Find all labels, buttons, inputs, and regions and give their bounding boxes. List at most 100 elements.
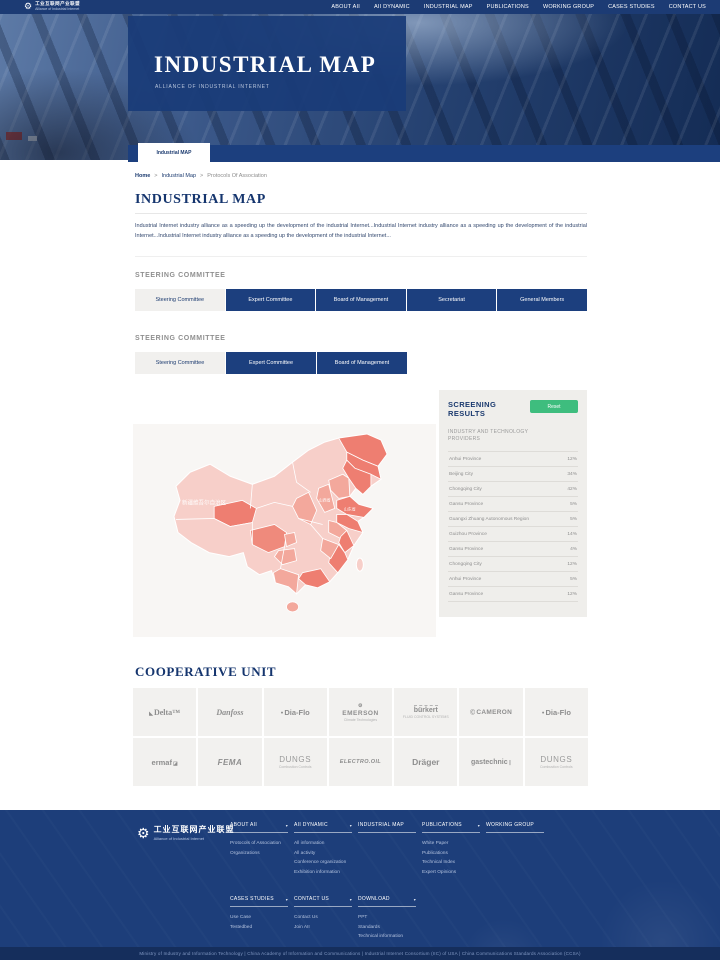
emerson-tagline: Climate Technologies (344, 718, 377, 722)
hero-photo-accent (28, 136, 37, 141)
footer-col-contact: CONTACT US▾ Contact Us Join AII (294, 896, 352, 932)
nav-item-dynamic[interactable]: AII DYNAMIC (374, 4, 410, 10)
nav-item-contact[interactable]: CONTACT US (669, 4, 706, 10)
map-province-taiwan[interactable] (356, 558, 363, 571)
tab-general-members[interactable]: General Members (497, 289, 587, 311)
partner-logo-burkert[interactable]: bürkertFLUID CONTROL SYSTEMS (394, 688, 457, 736)
region-value: 4% (570, 547, 577, 552)
partner-logo-emerson[interactable]: EMERSONClimate Technologies (329, 688, 392, 736)
footer-link[interactable]: Protocols of Association (230, 839, 288, 849)
tab-expert-committee[interactable]: Expert Committee (226, 289, 317, 311)
footer-col-title-text: AII DYNAMIC (294, 822, 328, 828)
partner-logo-gastechnic[interactable]: gastechnic (459, 738, 522, 786)
region-value: 12% (567, 562, 577, 567)
breadcrumb-separator: > (200, 173, 203, 179)
tab-steering-committee-2[interactable]: Steering Committee (135, 352, 226, 374)
footer-link[interactable]: Standards (358, 923, 416, 933)
partner-logo-drager[interactable]: Dräger (394, 738, 457, 786)
region-value: 5% (570, 517, 577, 522)
partner-logo-diaflo[interactable]: Dia-Flo (264, 688, 327, 736)
footer-link[interactable]: Testedbed (230, 923, 288, 933)
partner-logo-delta[interactable]: Delta™ (133, 688, 196, 736)
footer-col-cases-title[interactable]: CASES STUDIES▾ (230, 896, 288, 907)
dungs-logo: DUNGS (540, 755, 572, 764)
footer-logo[interactable]: ⚙ 工业互联网产业联盟 Alliance of Industrial Inter… (137, 824, 235, 841)
footer-link[interactable]: White Paper (422, 839, 480, 849)
nav-item-cases-studies[interactable]: CASES STUDIES (608, 4, 655, 10)
tab-steering-committee[interactable]: Steering Committee (135, 289, 226, 311)
partner-logo-ermaf[interactable]: ermaf (133, 738, 196, 786)
footer-link[interactable]: PPT (358, 913, 416, 923)
drager-logo: Dräger (412, 757, 439, 767)
footer-col-download-title[interactable]: DOWNLOAD▾ (358, 896, 416, 907)
nav-item-publications[interactable]: PUBLICATIONS (487, 4, 529, 10)
footer-link[interactable]: Organizations (230, 849, 288, 859)
region-name: Guizhou Province (449, 532, 487, 537)
reset-button[interactable]: Reset (530, 400, 578, 413)
footer-link[interactable]: Technical Index (422, 858, 480, 868)
page: ⚙ 工业互联网产业联盟 Alliance of Industrial Inter… (0, 0, 720, 960)
footer-link[interactable]: Use Case (230, 913, 288, 923)
top-nav-links: ABOUT AII AII DYNAMIC INDUSTRIAL MAP PUB… (331, 4, 706, 10)
divider (135, 256, 587, 257)
screening-row: Guizhou Province14% (448, 527, 578, 542)
partner-logo-dungs[interactable]: DUNGSCombustion Controls (264, 738, 327, 786)
footer-col-working-group-title[interactable]: WORKING GROUP (486, 822, 544, 833)
footer-col-industrial-map-title[interactable]: INDUSTRIAL MAP (358, 822, 416, 833)
tab-secretariat[interactable]: Secretariat (407, 289, 498, 311)
breadcrumb-industrial-map[interactable]: Industrial Map (162, 173, 197, 179)
partner-logo-fema[interactable]: FEMA (198, 738, 261, 786)
partner-logo-electro-oil[interactable]: ELECTRO.OIL (329, 738, 392, 786)
tab-board-of-management[interactable]: Board of Management (316, 289, 407, 311)
footer-link[interactable]: Expert Opinions (422, 868, 480, 878)
footer-link[interactable]: Contact Us (294, 913, 352, 923)
partner-logo-diaflo-2[interactable]: Dia-Flo (525, 688, 588, 736)
region-value: 42% (567, 487, 577, 492)
chevron-down-icon: ▾ (350, 897, 352, 902)
footer-col-download: DOWNLOAD▾ PPT Standards Technical inform… (358, 896, 416, 942)
screening-row: Anhui Province12% (448, 452, 578, 467)
map-province-hainan[interactable] (287, 602, 299, 612)
nav-item-working-group[interactable]: WORKING GROUP (543, 4, 594, 10)
footer-link[interactable]: Publications (422, 849, 480, 859)
footer-col-contact-title[interactable]: CONTACT US▾ (294, 896, 352, 907)
partner-logo-danfoss[interactable]: Danfoss (198, 688, 261, 736)
delta-logo: Delta™ (149, 708, 180, 717)
dungs-logo: DUNGS (279, 755, 311, 764)
hero-title: INDUSTRIAL MAP (154, 52, 376, 78)
footer-col-dynamic: AII DYNAMIC ▾ All information All activit… (294, 822, 352, 877)
footer-col-dynamic-title[interactable]: AII DYNAMIC ▾ (294, 822, 352, 833)
screening-row: Guangxi Zhuang Autonomous Region5% (448, 512, 578, 527)
footer-col-about-title[interactable]: ABOUT AII▾ (230, 822, 288, 833)
tab-board-of-management-2[interactable]: Board of Management (317, 352, 407, 374)
breadcrumb-home[interactable]: Home (135, 173, 150, 179)
section-heading-committee-1: STEERING COMMITTEE (135, 272, 226, 279)
footer-col-publications-title[interactable]: PUBLICATIONS▾ (422, 822, 480, 833)
footer-link[interactable]: All activity (294, 849, 352, 859)
footer-link[interactable]: Technical information (358, 932, 416, 942)
screening-list: Anhui Province12% Beijing City34% Chongq… (448, 451, 578, 602)
partner-logo-cameron[interactable]: CAMERON (459, 688, 522, 736)
footer-link[interactable]: Conference organization (294, 858, 352, 868)
site-logo[interactable]: ⚙ 工业互联网产业联盟 Alliance of Industrial Inter… (24, 1, 80, 11)
region-value: 34% (567, 472, 577, 477)
region-name: Gansu Province (449, 502, 483, 507)
nav-item-about[interactable]: ABOUT AII (331, 4, 360, 10)
footer-link[interactable]: Join AII (294, 923, 352, 933)
screening-row: Gansu Province4% (448, 542, 578, 557)
burkert-logo: bürkert (414, 705, 438, 714)
nav-item-industrial-map[interactable]: INDUSTRIAL MAP (424, 4, 473, 10)
hero-active-tab[interactable]: Industrial MAP (138, 143, 210, 162)
tab-expert-committee-2[interactable]: Expert Committee (226, 352, 317, 374)
footer-link[interactable]: All information (294, 839, 352, 849)
chevron-down-icon: ▾ (350, 823, 352, 828)
partner-logo-dungs-2[interactable]: DUNGSCombustion Controls (525, 738, 588, 786)
diaflo-logo: Dia-Flo (281, 708, 310, 717)
cooperative-logo-grid: Delta™ Danfoss Dia-Flo EMERSONClimate Te… (133, 688, 588, 786)
gear-logo-icon: ⚙ (24, 2, 32, 11)
screening-row: Chongqing City12% (448, 557, 578, 572)
footer-col-about: ABOUT AII▾ Protocols of Association Orga… (230, 822, 288, 858)
screening-row: Chongqing City42% (448, 482, 578, 497)
breadcrumb-separator: > (154, 173, 157, 179)
footer-link[interactable]: Exhibition information (294, 868, 352, 878)
